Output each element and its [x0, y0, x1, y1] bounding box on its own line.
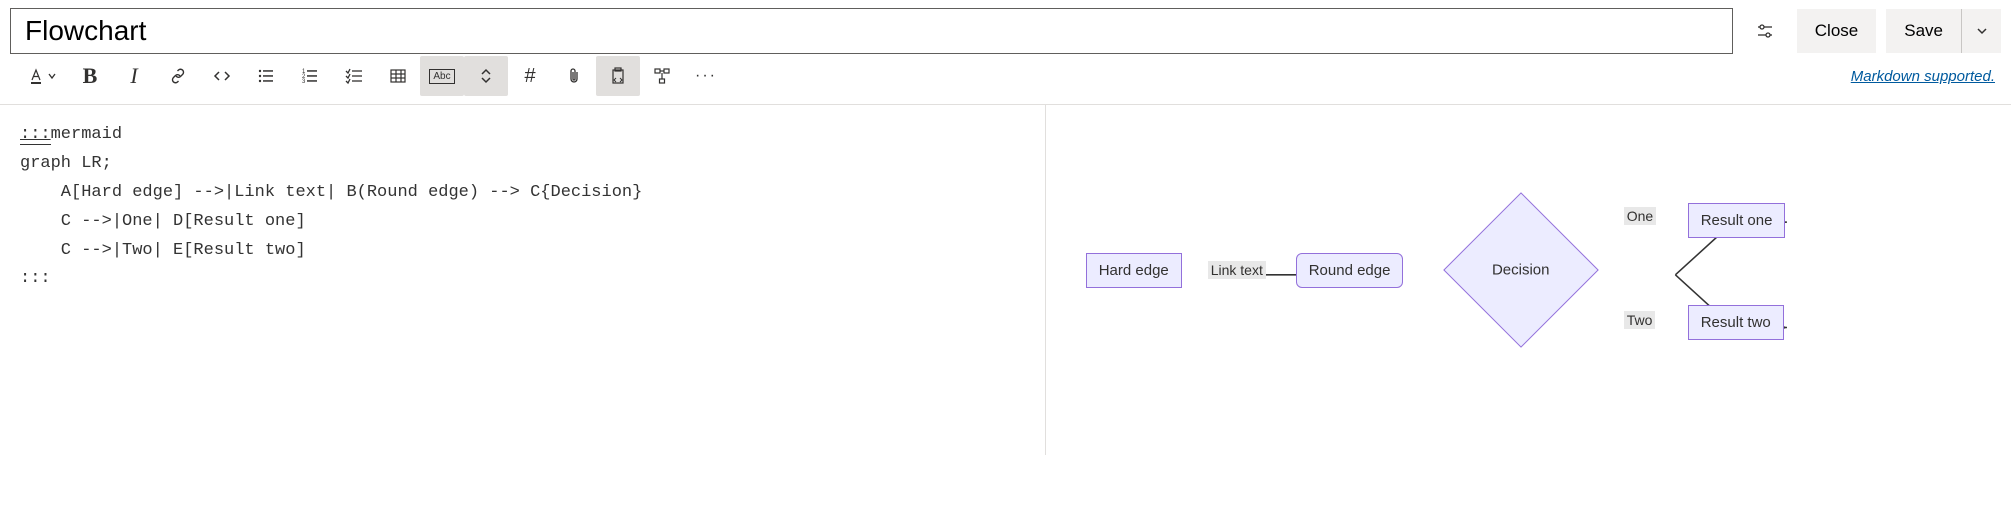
abc-button[interactable]: Abc [420, 56, 464, 96]
work-item-settings-icon[interactable] [1743, 9, 1787, 53]
header-row: Close Save [0, 0, 2011, 54]
edge-label-one: One [1624, 207, 1656, 225]
table-button[interactable] [376, 56, 420, 96]
save-button[interactable]: Save [1886, 9, 1961, 53]
italic-button[interactable]: I [112, 56, 156, 96]
flowchart-button[interactable] [640, 56, 684, 96]
node-result-two: Result two [1688, 305, 1784, 340]
more-options-button[interactable]: ··· [684, 56, 728, 96]
title-input[interactable] [10, 8, 1733, 54]
bold-button[interactable]: B [68, 56, 112, 96]
paste-html-button[interactable] [596, 56, 640, 96]
code-button[interactable] [200, 56, 244, 96]
numbered-list-button[interactable]: 123 [288, 56, 332, 96]
attachment-button[interactable] [552, 56, 596, 96]
preview-pane: Hard edge Link text Round edge Decision … [1046, 105, 2011, 455]
bulleted-list-button[interactable] [244, 56, 288, 96]
close-button[interactable]: Close [1797, 9, 1876, 53]
mention-button[interactable]: # [508, 56, 552, 96]
checklist-button[interactable] [332, 56, 376, 96]
save-button-group: Save [1886, 9, 2001, 53]
edge-label-two: Two [1624, 311, 1656, 329]
content-split: :::mermaid graph LR; A[Hard edge] -->|Li… [0, 105, 2011, 455]
node-result-one: Result one [1688, 203, 1786, 238]
svg-text:3: 3 [302, 79, 306, 85]
markdown-editor[interactable]: :::mermaid graph LR; A[Hard edge] -->|Li… [0, 105, 1046, 455]
link-button[interactable] [156, 56, 200, 96]
mermaid-diagram: Hard edge Link text Round edge Decision … [1066, 125, 1991, 435]
node-hard-edge: Hard edge [1086, 253, 1182, 288]
node-decision: Decision [1466, 215, 1576, 325]
edge-label-link-text: Link text [1208, 261, 1266, 279]
font-color-button[interactable] [16, 56, 68, 96]
save-dropdown-chevron[interactable] [1961, 9, 2001, 53]
formatting-toolbar: B I 123 Abc # ··· Markdown supported. [0, 54, 2011, 105]
collapse-expand-button[interactable] [464, 56, 508, 96]
node-round-edge: Round edge [1296, 253, 1404, 288]
markdown-supported-link[interactable]: Markdown supported. [1851, 68, 1995, 85]
